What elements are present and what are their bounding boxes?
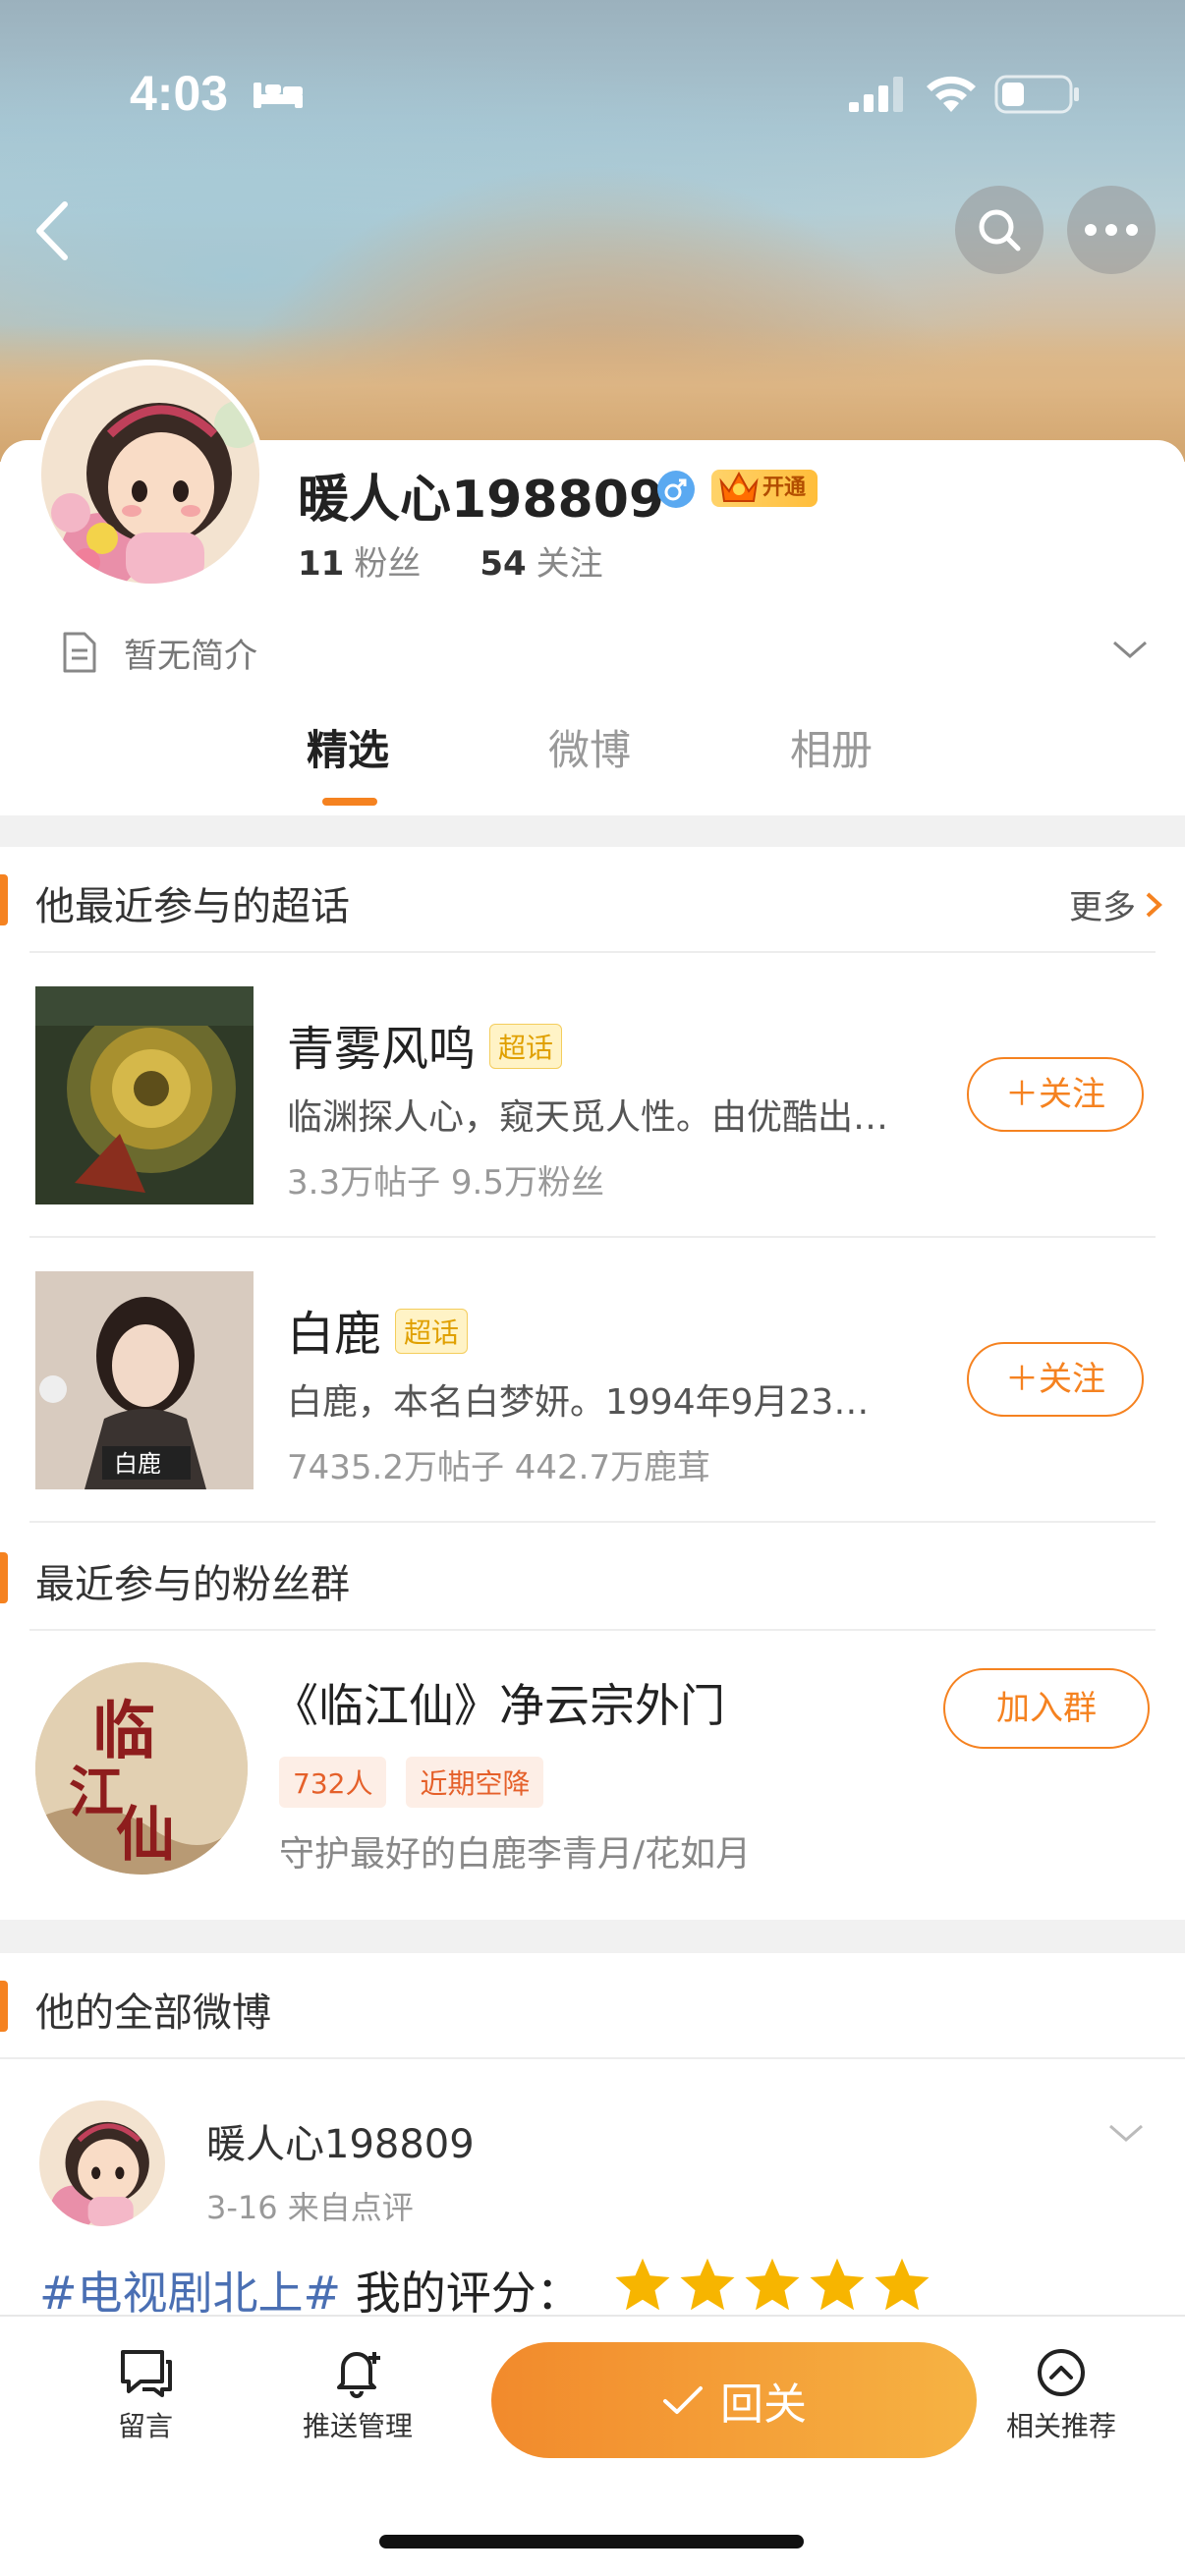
all-posts-header: 他的全部微博 [0,1953,1185,2057]
supertopic-thumbnail: 白鹿 [35,1271,254,1489]
post-body: 我的评分： [341,2267,582,2320]
supertopic-name: 青雾风鸣 超话 [287,1010,563,1079]
supertopic-tag: 超话 [395,1309,469,1354]
fan-group-avatar: 临 江 仙 [35,1662,248,1875]
supertopic-stats: 3.3万帖子 9.5万粉丝 [287,1163,604,1203]
supertopics-header: 他最近参与的超话 更多 [0,847,1185,951]
post-text: #电视剧北上# 我的评分： [39,2258,582,2323]
message-label: 留言 [117,2410,173,2442]
svg-text:白鹿: 白鹿 [114,1450,161,1478]
supertopic-stats: 7435.2万帖子 442.7万鹿茸 [287,1448,711,1487]
member-count-tag: 732人 [279,1757,387,1808]
star-icon [745,2258,800,2311]
fans-count: 11 [298,544,345,584]
recommend-label: 相关推荐 [1005,2410,1116,2442]
fan-group-item[interactable]: 临 江 仙 《临江仙》净云宗外门 732人 近期空降 守护最好的白鹿李青月/花如… [0,1631,1185,1926]
follow-supertopic-button[interactable]: ＋关注 [967,1342,1144,1417]
fan-group-tags: 732人 近期空降 [279,1757,544,1808]
post-hashtag[interactable]: #电视剧北上# [39,2267,341,2320]
tab-featured[interactable]: 精选 [307,717,389,777]
more-dots-icon [1085,224,1138,236]
status-bar: 4:03 [0,59,1185,128]
star-icon [810,2258,865,2311]
fan-group-name: 《临江仙》净云宗外门 [273,1679,725,1732]
section-title: 最近参与的粉丝群 [35,1562,350,1607]
vip-open-badge[interactable]: 开通 [711,470,818,507]
search-icon [979,209,1021,252]
more-button[interactable] [1067,186,1156,274]
follow-back-button[interactable]: 回关 [491,2342,977,2458]
search-button[interactable] [955,186,1044,274]
rating-stars [613,2256,931,2313]
sleep-focus-icon [254,83,303,108]
avatar-illustration [41,365,259,584]
message-button[interactable]: 留言 [67,2346,224,2444]
push-settings-button[interactable]: 推送管理 [279,2346,436,2444]
recommend-button[interactable]: 相关推荐 [983,2346,1140,2444]
join-group-button[interactable]: 加入群 [943,1668,1150,1749]
section-title: 他的全部微博 [35,1990,271,2036]
document-icon [63,632,96,673]
fan-group-description: 守护最好的白鹿李青月/花如月 [279,1834,752,1875]
tab-weibo[interactable]: 微博 [548,717,631,777]
supertopic-description: 临渊探人心，窥天觅人性。由优酷出… [287,1097,889,1138]
avatar[interactable] [35,360,265,589]
supertopic-description: 白鹿，本名白梦妍。1994年9月23… [287,1382,870,1423]
post-username[interactable]: 暖人心198809 [206,2112,475,2169]
fans-label: 粉丝 [354,544,422,584]
fans-stat[interactable]: 11 粉丝 [298,544,421,584]
chevron-down-icon[interactable] [1106,2118,1146,2148]
bell-add-icon [337,2352,380,2398]
status-time: 4:03 [130,66,229,121]
star-icon [875,2258,930,2311]
chevron-right-icon [1146,892,1162,917]
section-gap [0,1920,1185,1953]
section-title: 他最近参与的超话 [35,884,350,929]
active-tab-indicator [322,798,377,806]
profile-username: 暖人心198809 [298,471,665,530]
wifi-icon [927,76,976,112]
profile-stats: 11 粉丝 54 关注 [298,536,603,585]
vip-label: 开通 [762,476,807,500]
push-settings-label: 推送管理 [302,2410,413,2442]
more-label: 更多 [1069,888,1136,927]
supertopic-name: 白鹿 超话 [287,1295,469,1364]
post-meta: 3-16 来自点评 [206,2189,414,2226]
follow-back-label: 回关 [720,2380,807,2430]
fan-groups-header: 最近参与的粉丝群 [0,1525,1185,1629]
star-icon [680,2258,735,2311]
section-gap [0,815,1185,847]
following-count: 54 [480,544,527,584]
svg-text:临: 临 [92,1695,155,1768]
bio-text: 暂无简介 [124,637,257,676]
tab-album[interactable]: 相册 [790,717,873,777]
svg-text:仙: 仙 [116,1801,175,1870]
more-link[interactable]: 更多 [1069,880,1163,928]
post-avatar[interactable] [39,2100,165,2226]
check-icon [663,2386,703,2414]
recent-airdrop-tag: 近期空降 [406,1757,544,1808]
comment-icon [121,2350,172,2397]
chevron-down-icon [1113,641,1147,658]
bio-row[interactable]: 暂无简介 [59,625,1150,678]
profile-tabs: 精选 微博 相册 [0,717,1185,815]
following-label: 关注 [536,544,603,584]
supertopic-item[interactable]: 青雾风鸣 超话 临渊探人心，窥天觅人性。由优酷出… 3.3万帖子 9.5万粉丝 ＋… [0,951,1185,1236]
star-icon [615,2258,670,2311]
supertopic-thumbnail [35,986,254,1204]
home-indicator [379,2535,804,2548]
crown-icon [719,471,759,502]
supertopic-item[interactable]: 白鹿 白鹿 超话 白鹿，本名白梦妍。1994年9月23… 7435.2万帖子 44… [0,1236,1185,1521]
supertopic-tag: 超话 [489,1024,563,1069]
cellular-signal-icon [849,77,903,112]
follow-supertopic-button[interactable]: ＋关注 [967,1057,1144,1132]
battery-icon [994,75,1079,114]
circle-up-icon [1038,2349,1085,2396]
back-icon[interactable] [29,196,79,265]
following-stat[interactable]: 54 关注 [480,544,602,584]
male-gender-icon [657,471,695,508]
